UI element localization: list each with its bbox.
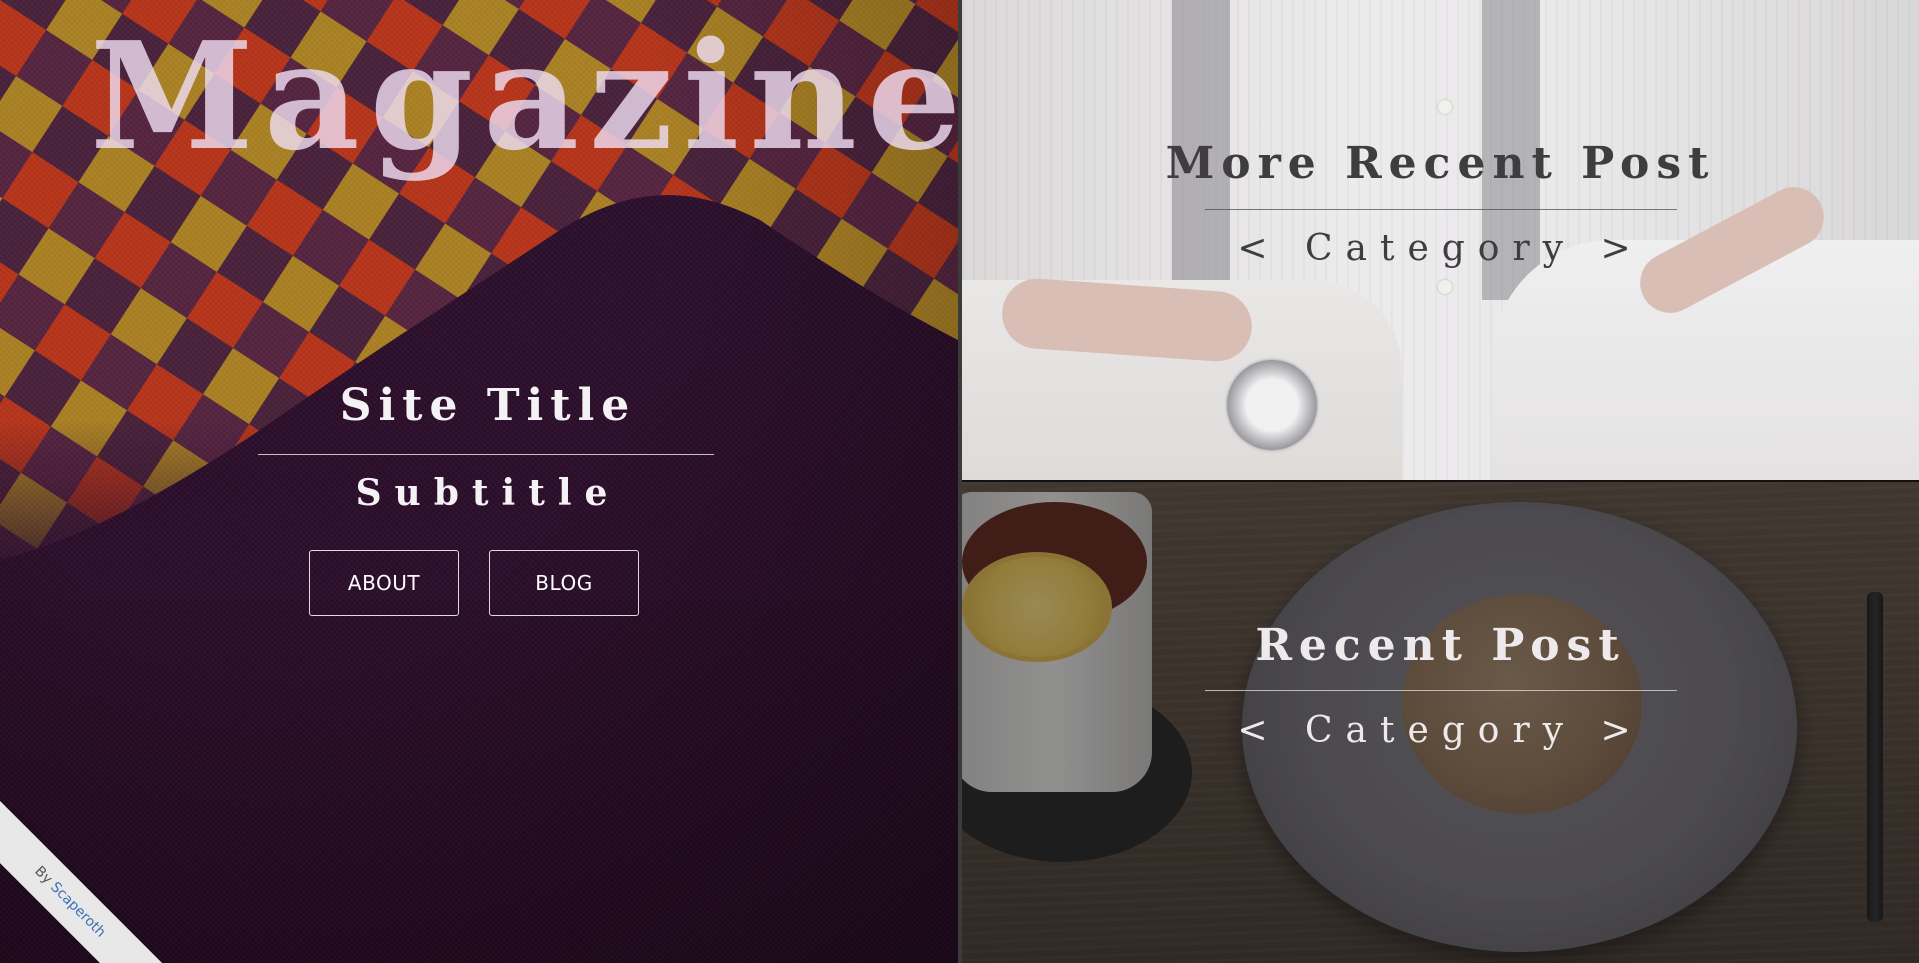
hero-panel: Magazine Site Title Subtitle ABOUT BLOG … [0, 0, 958, 963]
post-title[interactable]: Recent Post [962, 620, 1919, 671]
post-card-more-recent[interactable]: More Recent Post < Category > [962, 0, 1919, 480]
about-button[interactable]: ABOUT [309, 550, 459, 616]
credit-ribbon: By Scaperoth [0, 794, 178, 963]
site-subtitle: Subtitle [355, 472, 621, 514]
credit-prefix: By [31, 863, 56, 888]
post-divider [1205, 209, 1677, 210]
post-divider [1205, 690, 1677, 691]
brand-title: Magazine [90, 9, 958, 183]
blog-button[interactable]: BLOG [489, 550, 639, 616]
post-title[interactable]: More Recent Post [962, 138, 1919, 189]
title-divider [258, 454, 714, 455]
site-title: Site Title [339, 380, 637, 431]
post-category-link[interactable]: < Category > [962, 228, 1919, 269]
post-category-link[interactable]: < Category > [962, 710, 1919, 751]
credit-author-link[interactable]: Scaperoth [47, 879, 109, 941]
